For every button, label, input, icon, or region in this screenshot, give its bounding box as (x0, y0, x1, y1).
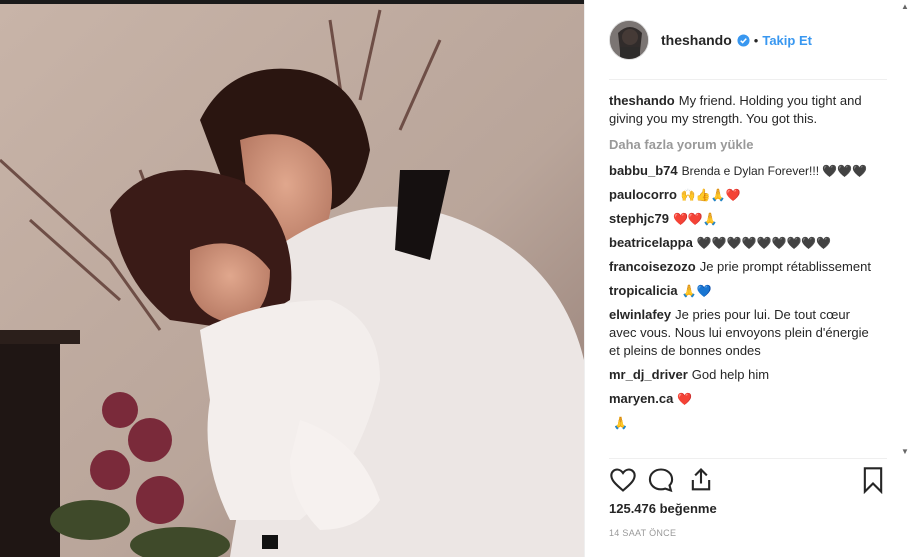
comment-text: God help him (691, 367, 770, 382)
comment-username[interactable]: stephjc79 (609, 211, 669, 226)
caption: theshando My friend. Holding you tight an… (609, 92, 879, 128)
comment-text: Brenda e Dylan Forever!!! 🖤🖤🖤 (681, 164, 868, 178)
comment-item: maryen.ca ❤️ (609, 390, 879, 408)
comment-item: babbu_b74 Brenda e Dylan Forever!!! 🖤🖤🖤 (609, 162, 879, 180)
comment-text: Je prie prompt rétablissement (699, 259, 871, 274)
comment-text: 🖤🖤🖤🖤🖤🖤🖤🖤🖤 (696, 236, 832, 250)
comment-item: tropicalicia 🙏💙 (609, 282, 879, 300)
comment-username[interactable]: mr_dj_driver (609, 367, 688, 382)
like-count[interactable]: 125.476 beğenme (609, 501, 717, 516)
comment-text: ❤️❤️🙏 (672, 212, 718, 226)
heart-icon[interactable] (609, 466, 637, 494)
comment-list[interactable]: theshando My friend. Holding you tight an… (609, 92, 879, 456)
separator-dot: • (753, 32, 759, 48)
scroll-down-arrow-icon[interactable]: ▼ (901, 447, 909, 456)
comment-text: 🙌👍🙏❤️ (680, 188, 741, 202)
header-divider (609, 79, 887, 80)
caption-username[interactable]: theshando (609, 93, 675, 108)
comment-item: mr_dj_driver God help him (609, 366, 879, 384)
load-more-comments-button[interactable]: Daha fazla yorum yükle (609, 136, 879, 154)
comment-icon[interactable] (647, 466, 675, 494)
comment-item: stephjc79 ❤️❤️🙏 (609, 210, 879, 228)
header-username[interactable]: theshando (661, 32, 732, 48)
comment-text: ❤️ (677, 392, 693, 406)
post-header: theshando • Takip Et (609, 18, 887, 62)
comment-item: paulocorro 🙌👍🙏❤️ (609, 186, 879, 204)
post-side-panel: theshando • Takip Et theshando My friend.… (584, 0, 909, 557)
actions-divider (609, 458, 887, 459)
action-bar (609, 466, 901, 496)
comment-username[interactable]: beatricelappa (609, 235, 693, 250)
bookmark-icon[interactable] (859, 466, 887, 494)
post-photo[interactable] (0, 0, 584, 557)
post-timestamp[interactable]: 14 SAAT ÖNCE (609, 528, 676, 538)
comment-username[interactable]: paulocorro (609, 187, 677, 202)
follow-button[interactable]: Takip Et (762, 33, 812, 48)
photo-illustration (0, 0, 584, 557)
comment-item: beatricelappa 🖤🖤🖤🖤🖤🖤🖤🖤🖤 (609, 234, 879, 252)
comment-scrollbar[interactable]: ▲ ▼ (901, 0, 909, 456)
avatar-image (610, 21, 648, 59)
verified-badge-icon (737, 33, 750, 47)
share-icon[interactable] (687, 466, 715, 494)
scroll-up-arrow-icon[interactable]: ▲ (901, 2, 909, 11)
comment-username[interactable]: maryen.ca (609, 391, 673, 406)
avatar[interactable] (609, 20, 649, 60)
comment-item: 🙏 (609, 414, 879, 432)
comment-text: 🙏 (613, 416, 628, 430)
comment-username[interactable]: elwinlafey (609, 307, 671, 322)
comment-item: francoisezozo Je prie prompt rétablisseme… (609, 258, 879, 276)
comment-username[interactable]: tropicalicia (609, 283, 678, 298)
comment-username[interactable]: francoisezozo (609, 259, 696, 274)
comment-username[interactable]: babbu_b74 (609, 163, 678, 178)
comment-item: elwinlafey Je pries pour lui. De tout cœu… (609, 306, 879, 360)
comment-text: 🙏💙 (681, 284, 712, 298)
